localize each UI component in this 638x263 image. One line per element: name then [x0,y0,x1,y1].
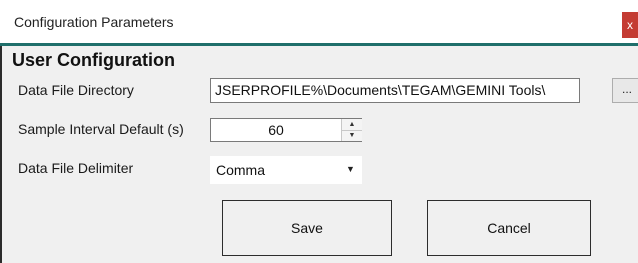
dropdown-arrow-icon[interactable]: ▼ [346,164,355,174]
close-button[interactable]: x [622,12,638,38]
title-bar: Configuration Parameters x [0,0,638,44]
sample-interval-stepper[interactable]: 60 ▲ ▼ [210,118,362,142]
section-title: User Configuration [12,50,176,70]
save-button[interactable]: Save [222,200,392,256]
sample-interval-value[interactable]: 60 [211,119,341,141]
data-file-directory-input[interactable]: JSERPROFILE%\Documents\TEGAM\GEMINI Tool… [210,78,580,103]
browse-button[interactable]: ... [612,78,638,103]
data-file-delimiter-label: Data File Delimiter [18,160,134,176]
window-title: Configuration Parameters [14,14,174,30]
data-file-directory-label: Data File Directory [18,82,134,98]
spin-buttons: ▲ ▼ [341,119,362,141]
chevron-down-icon[interactable]: ▼ [342,130,362,141]
delimiter-selected-value: Comma [216,162,266,178]
cancel-button[interactable]: Cancel [427,200,591,256]
sample-interval-label: Sample Interval Default (s) [18,121,184,137]
delimiter-select[interactable]: Comma ▼ [210,156,362,184]
